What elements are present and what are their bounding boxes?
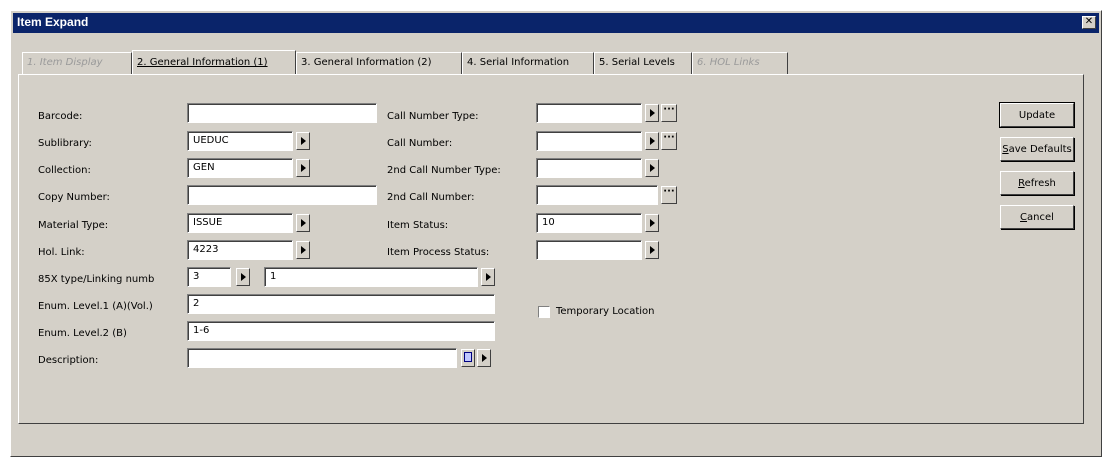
second-call-number-input[interactable] bbox=[536, 185, 658, 205]
description-input[interactable] bbox=[187, 348, 457, 368]
tab-item-display: 1. Item Display bbox=[22, 52, 132, 74]
sublibrary-label: Sublibrary: bbox=[38, 138, 92, 149]
hol-link-input[interactable]: 4223 bbox=[187, 240, 293, 260]
item-status-input[interactable]: 10 bbox=[536, 213, 642, 233]
title-bar[interactable]: Item Expand ✕ bbox=[13, 13, 1099, 33]
hol-link-label: Hol. Link: bbox=[38, 247, 85, 258]
collection-arrow-icon[interactable] bbox=[296, 159, 310, 177]
second-call-number-label: 2nd Call Number: bbox=[387, 192, 475, 203]
linking-type-arrow-icon[interactable] bbox=[236, 268, 250, 286]
tab-hol-links: 6. HOL Links bbox=[692, 52, 788, 74]
call-number-input[interactable] bbox=[536, 131, 642, 151]
cancel-label: ancel bbox=[1027, 212, 1054, 223]
item-status-label: Item Status: bbox=[387, 220, 449, 231]
close-icon: ✕ bbox=[1084, 16, 1094, 27]
tab-serial-levels[interactable]: 5. Serial Levels bbox=[594, 52, 692, 74]
refresh-label: efresh bbox=[1024, 178, 1056, 189]
linking-type-input[interactable]: 3 bbox=[187, 267, 231, 287]
second-call-number-type-input[interactable] bbox=[536, 158, 642, 178]
update-button[interactable]: Update bbox=[999, 102, 1075, 128]
item-process-status-label: Item Process Status: bbox=[387, 247, 490, 258]
call-number-type-label: Call Number Type: bbox=[387, 111, 479, 122]
cancel-button[interactable]: Cancel bbox=[1000, 205, 1074, 229]
collection-input[interactable]: GEN bbox=[187, 158, 293, 178]
barcode-input[interactable] bbox=[187, 103, 377, 123]
close-button[interactable]: ✕ bbox=[1082, 16, 1096, 29]
material-type-input[interactable]: ISSUE bbox=[187, 213, 293, 233]
call-number-arrow-icon[interactable] bbox=[645, 132, 659, 150]
refresh-button[interactable]: Refresh bbox=[1000, 171, 1074, 195]
call-number-type-input[interactable] bbox=[536, 103, 642, 123]
save-defaults-label: ave Defaults bbox=[1008, 144, 1072, 155]
tab-general-information-1[interactable]: 2. General Information (1) bbox=[132, 50, 296, 74]
hol-link-arrow-icon[interactable] bbox=[296, 241, 310, 259]
call-number-type-ellipsis-icon[interactable]: ··· bbox=[661, 104, 677, 122]
barcode-label: Barcode: bbox=[38, 111, 83, 122]
call-number-type-arrow-icon[interactable] bbox=[645, 104, 659, 122]
item-status-arrow-icon[interactable] bbox=[645, 214, 659, 232]
description-arrow-icon[interactable] bbox=[477, 349, 491, 367]
description-label: Description: bbox=[38, 355, 99, 366]
second-call-number-type-label: 2nd Call Number Type: bbox=[387, 165, 501, 176]
copy-number-input[interactable] bbox=[187, 185, 377, 205]
enum-level-2-label: Enum. Level.2 (B) bbox=[38, 328, 127, 339]
second-call-number-type-arrow-icon[interactable] bbox=[645, 159, 659, 177]
call-number-label: Call Number: bbox=[387, 138, 453, 149]
cancel-mnemonic: C bbox=[1020, 212, 1028, 223]
sublibrary-input[interactable]: UEDUC bbox=[187, 131, 293, 151]
save-defaults-button[interactable]: Save Defaults bbox=[1000, 137, 1074, 161]
enum-level-2-input[interactable]: 1-6 bbox=[187, 321, 495, 341]
tab-general-information-2[interactable]: 3. General Information (2) bbox=[296, 52, 462, 74]
description-list-icon[interactable] bbox=[461, 349, 475, 367]
linking-number-input[interactable]: 1 bbox=[264, 267, 478, 287]
call-number-ellipsis-icon[interactable]: ··· bbox=[661, 132, 677, 150]
item-process-status-arrow-icon[interactable] bbox=[645, 241, 659, 259]
collection-label: Collection: bbox=[38, 165, 91, 176]
material-type-arrow-icon[interactable] bbox=[296, 214, 310, 232]
enum-level-1-input[interactable]: 2 bbox=[187, 294, 495, 314]
copy-number-label: Copy Number: bbox=[38, 192, 110, 203]
tab-serial-information[interactable]: 4. Serial Information bbox=[462, 52, 594, 74]
sublibrary-arrow-icon[interactable] bbox=[296, 132, 310, 150]
enum-level-1-label: Enum. Level.1 (A)(Vol.) bbox=[38, 301, 153, 312]
temporary-location-checkbox[interactable] bbox=[538, 306, 550, 318]
temporary-location-label: Temporary Location bbox=[556, 306, 655, 317]
linking-label: 85X type/Linking numb bbox=[38, 274, 155, 285]
linking-number-arrow-icon[interactable] bbox=[481, 268, 495, 286]
material-type-label: Material Type: bbox=[38, 220, 109, 231]
window-title: Item Expand bbox=[17, 15, 89, 29]
second-call-number-ellipsis-icon[interactable]: ··· bbox=[661, 186, 677, 204]
item-process-status-input[interactable] bbox=[536, 240, 642, 260]
